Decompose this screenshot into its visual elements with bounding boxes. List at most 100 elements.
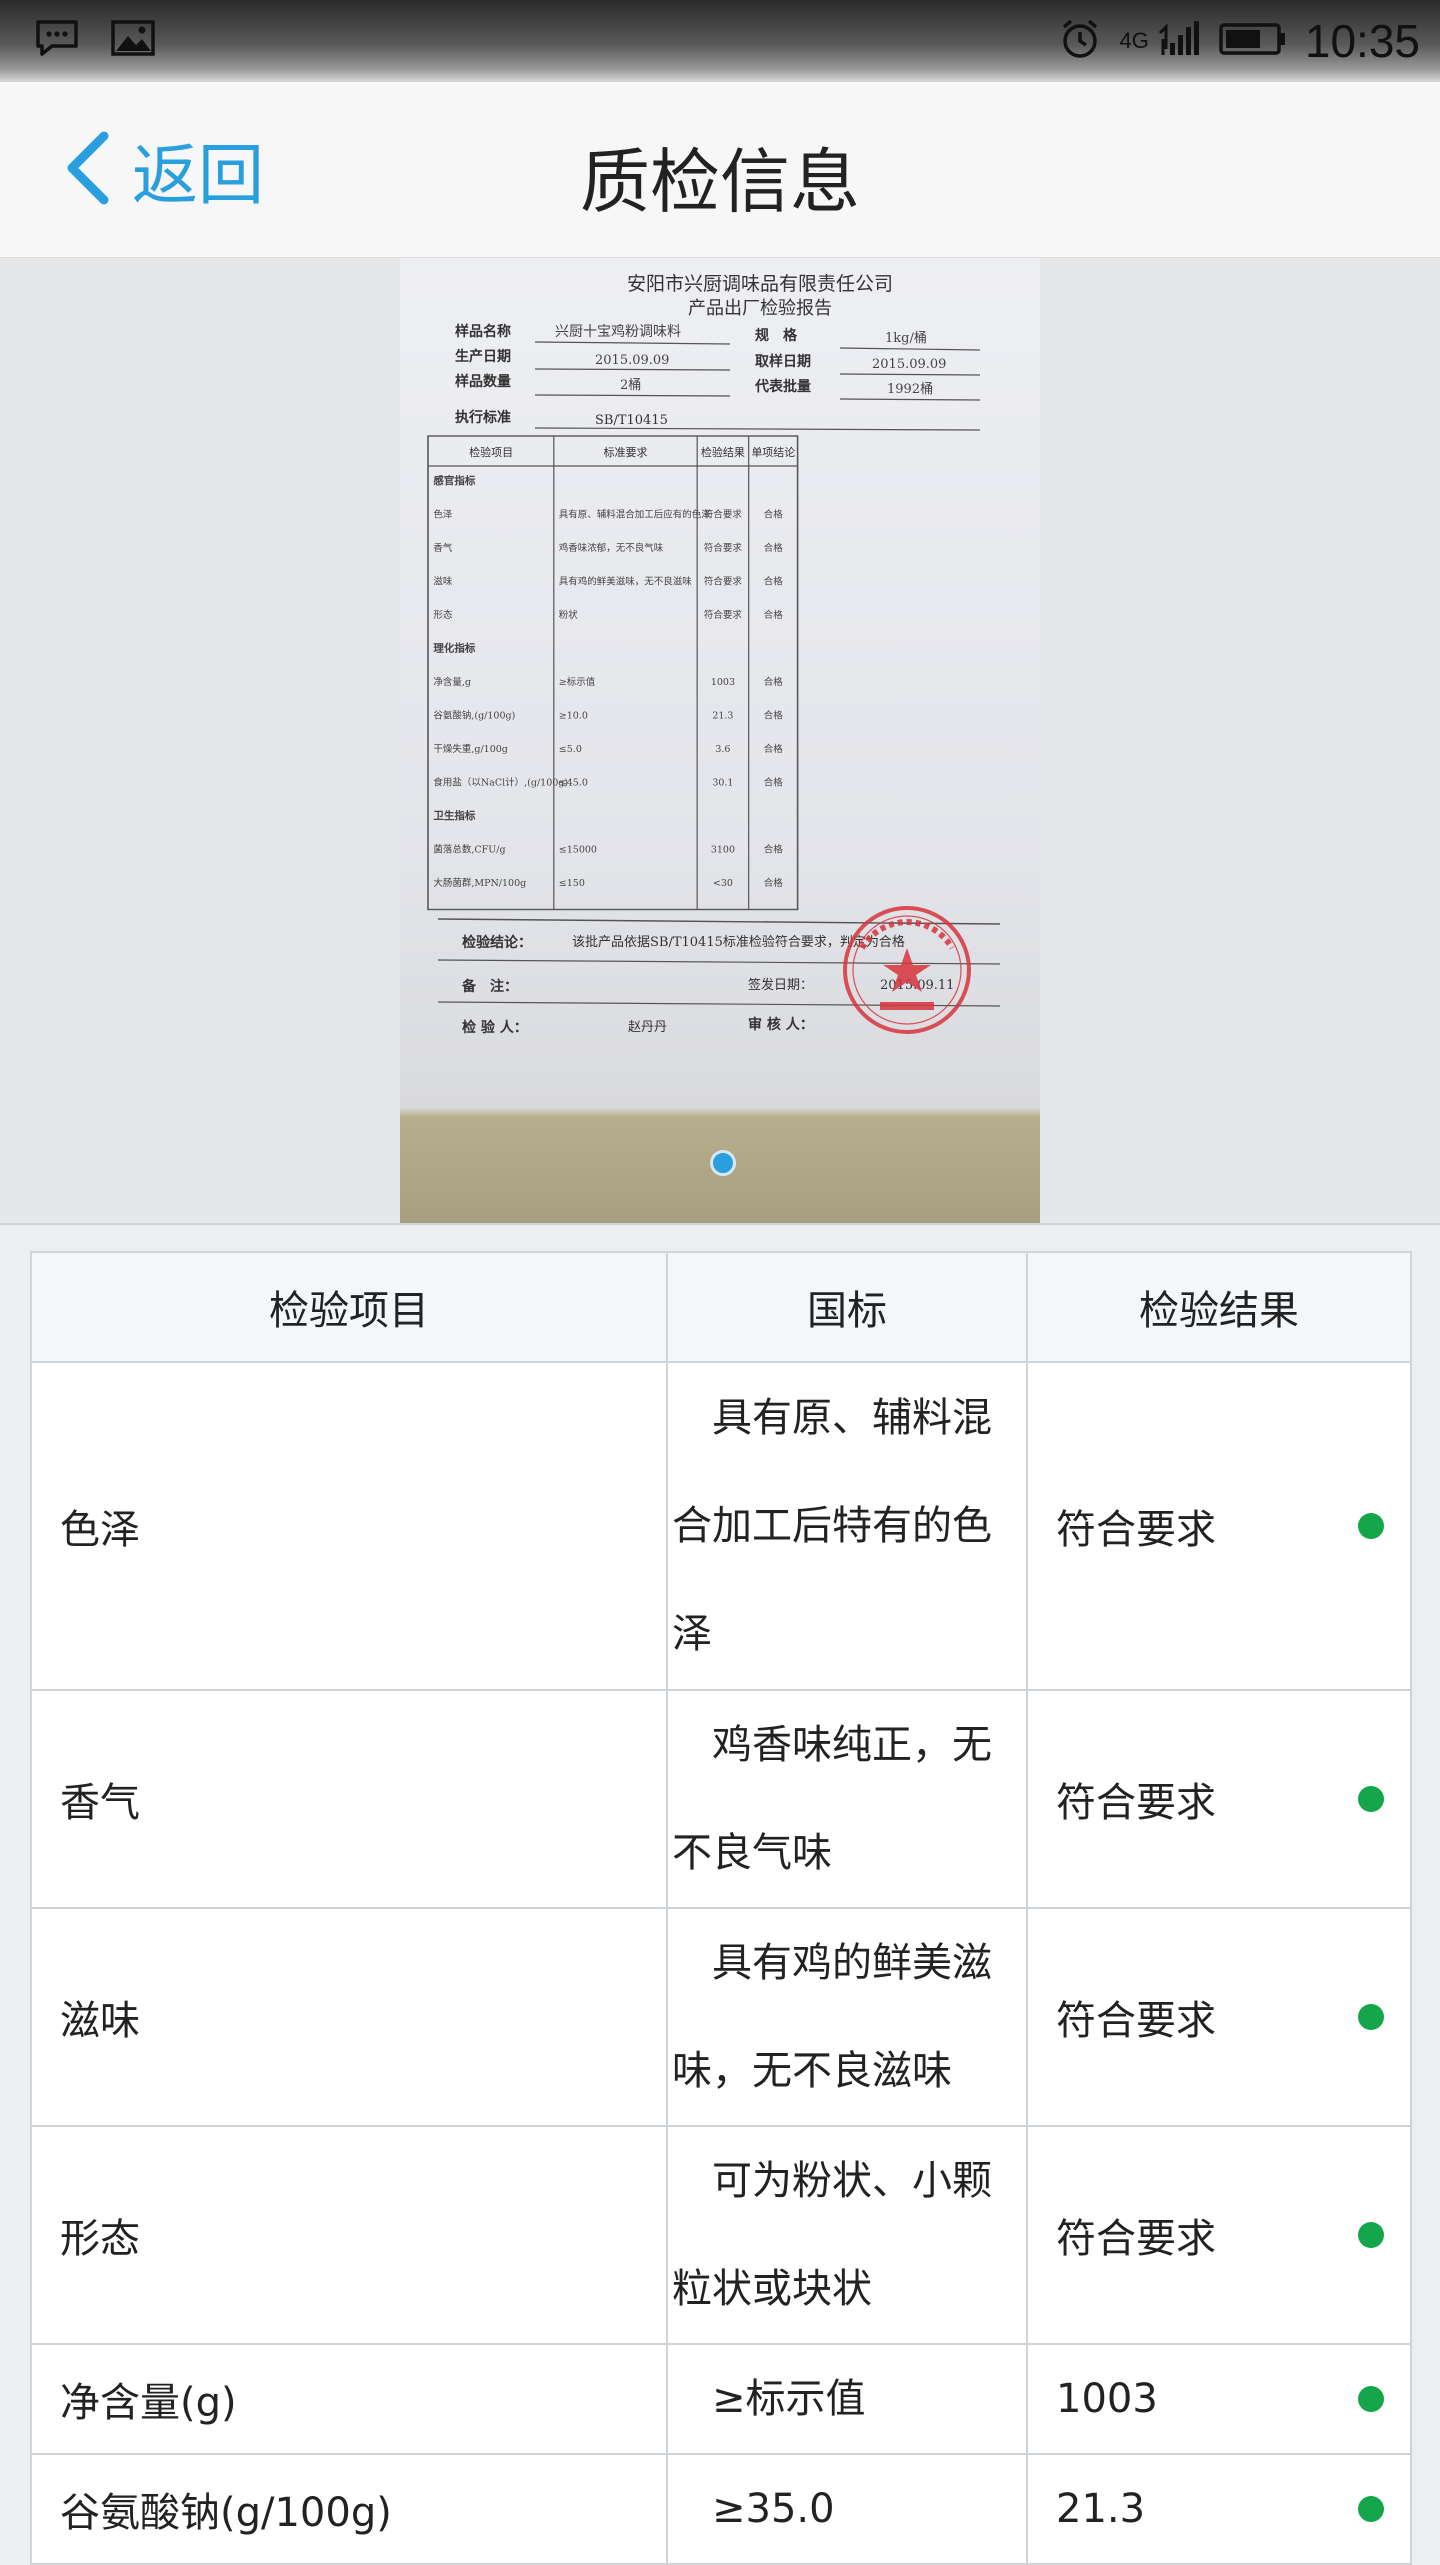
- report-label: 代表批量: [754, 378, 811, 395]
- column-header-result: 检验结果: [1026, 1251, 1412, 1363]
- report-value: 2桶: [620, 378, 641, 393]
- item-cell: 香气: [30, 1689, 668, 1909]
- report-table-cell: 1003: [711, 677, 735, 688]
- item-cell: 色泽: [30, 1361, 668, 1691]
- report-label: 取样日期: [755, 353, 811, 370]
- report-table-cell: 卫生指标: [433, 809, 475, 822]
- report-table-cell: ≤150: [559, 878, 585, 889]
- table-row: 滋味 具有鸡的鲜美滋味，无不良滋味 符合要求: [30, 1907, 1412, 2127]
- report-table-cell: ≤45.0: [559, 778, 588, 789]
- report-table-cell: 粉状: [559, 609, 579, 621]
- item-cell: 滋味: [30, 1907, 668, 2127]
- report-table-cell: 干燥失重,g/100g: [433, 743, 508, 755]
- report-table-cell: ≤5.0: [559, 744, 582, 755]
- report-title: 产品出厂检验报告: [688, 298, 832, 319]
- report-table-cell: 理化指标: [433, 642, 475, 655]
- nav-bar: 返回 质检信息: [0, 82, 1440, 259]
- report-value: SB/T10415: [595, 413, 668, 428]
- battery-icon: [1219, 19, 1287, 63]
- report-value: 兴厨十宝鸡粉调味料: [555, 323, 681, 340]
- report-table-cell: 鸡香味浓郁，无不良气味: [559, 542, 664, 554]
- table-row: 色泽 具有原、辅料混合加工后特有的色泽 符合要求: [30, 1361, 1412, 1691]
- report-label: 样品数量: [455, 373, 511, 390]
- report-table-cell: 符合要求: [704, 576, 743, 588]
- status-bar: 4G 10:35: [0, 0, 1440, 82]
- report-value: 2015.09.09: [872, 357, 946, 372]
- report-label: 备 注：: [461, 978, 518, 995]
- result-text: 符合要求: [1056, 1507, 1216, 1553]
- report-table-cell: 合格: [764, 509, 784, 521]
- result-text: 符合要求: [1056, 1780, 1216, 1826]
- report-table-cell: ≥标示值: [559, 676, 596, 688]
- result-text: 21.3: [1056, 2486, 1146, 2532]
- report-table-cell: 香气: [433, 542, 453, 554]
- report-table-cell: 具有原、辅料混合加工后应有的色泽: [559, 509, 712, 521]
- page-title: 质检信息: [580, 141, 860, 223]
- report-table-cell: ≤15000: [559, 845, 597, 856]
- report-table-header: 标准要求: [603, 445, 647, 459]
- network-type: 4G: [1119, 28, 1149, 53]
- report-table-cell: 3.6: [715, 744, 730, 755]
- report-table-cell: 3100: [711, 845, 735, 856]
- report-table-cell: 合格: [764, 844, 784, 856]
- carousel-indicator-dot[interactable]: [710, 1150, 736, 1176]
- report-label: 签发日期：: [748, 977, 813, 993]
- item-cell: 形态: [30, 2125, 668, 2345]
- message-icon: [34, 18, 80, 62]
- table-row: 谷氨酸钠(g/100g) ≥35.0 21.3: [30, 2453, 1412, 2565]
- result-cell: 21.3: [1026, 2453, 1412, 2565]
- report-photo[interactable]: 安阳市兴厨调味品有限责任公司 产品出厂检验报告 样品名称 兴厨十宝鸡粉调味料 规…: [400, 258, 1040, 1223]
- status-dot-icon: [1358, 1513, 1384, 1539]
- report-table-cell: 合格: [764, 542, 784, 554]
- report-table-header: 检验结果: [701, 445, 745, 459]
- signal-icon: [1157, 19, 1201, 63]
- result-cell: 1003: [1026, 2343, 1412, 2455]
- report-label: 样品名称: [455, 323, 511, 340]
- report-table-cell: 食用盐（以NaCl计）,(g/100g): [433, 777, 568, 789]
- report-company: 安阳市兴厨调味品有限责任公司: [627, 273, 893, 295]
- alarm-icon: [1058, 17, 1102, 65]
- standard-cell: ≥35.0: [666, 2453, 1028, 2565]
- report-table-cell: 大肠菌群,MPN/100g: [433, 877, 526, 889]
- report-table-cell: 符合要求: [704, 509, 743, 521]
- report-document: 安阳市兴厨调味品有限责任公司 产品出厂检验报告 样品名称 兴厨十宝鸡粉调味料 规…: [427, 273, 1001, 1036]
- status-dot-icon: [1358, 2004, 1384, 2030]
- report-table-cell: 菌落总数,CFU/g: [433, 844, 505, 856]
- report-value: 1kg/桶: [885, 331, 927, 346]
- standard-cell: 具有鸡的鲜美滋味，无不良滋味: [666, 1907, 1028, 2127]
- red-stamp-seal: [843, 906, 971, 1034]
- report-label: 审 核 人：: [748, 1016, 814, 1033]
- status-bar-right: 4G 10:35: [1058, 14, 1420, 68]
- status-time: 10:35: [1304, 15, 1420, 67]
- table-header-row: 检验项目 国标 检验结果: [30, 1251, 1412, 1363]
- column-header-standard: 国标: [666, 1251, 1028, 1363]
- report-table-cell: 30.1: [712, 778, 733, 789]
- report-table: 检验项目 标准要求 检验结果 单项结论感官指标色泽 具有原、辅料混合加工后应有的色泽符合…: [427, 435, 799, 911]
- column-header-item: 检验项目: [30, 1251, 668, 1363]
- result-text: 符合要求: [1056, 2216, 1216, 2262]
- standard-cell: 具有原、辅料混合加工后特有的色泽: [666, 1361, 1028, 1691]
- report-table-header: 检验项目: [469, 445, 513, 459]
- report-label: 检验结论：: [462, 934, 532, 951]
- report-table-cell: 合格: [764, 777, 784, 789]
- report-table-cell: <30: [713, 878, 733, 889]
- report-table-cell: 合格: [764, 877, 784, 889]
- status-dot-icon: [1358, 1786, 1384, 1812]
- table-row: 净含量(g) ≥标示值 1003: [30, 2343, 1412, 2455]
- image-icon: [110, 18, 156, 62]
- report-table-cell: 形态: [433, 609, 453, 621]
- report-value: 1992桶: [887, 382, 933, 397]
- report-label: 检 验 人：: [462, 1019, 528, 1036]
- report-inspector: 赵丹丹: [628, 1020, 667, 1035]
- standard-cell: 鸡香味纯正，无不良气味: [666, 1689, 1028, 1909]
- report-label: 执行标准: [455, 409, 511, 426]
- report-image-carousel[interactable]: 安阳市兴厨调味品有限责任公司 产品出厂检验报告 样品名称 兴厨十宝鸡粉调味料 规…: [0, 258, 1440, 1225]
- report-table-cell: 滋味: [433, 576, 453, 588]
- report-table-cell: 合格: [764, 743, 784, 755]
- report-table-cell: 合格: [764, 676, 784, 688]
- report-table-cell: 合格: [764, 576, 784, 588]
- status-bar-left: [34, 18, 156, 62]
- status-dot-icon: [1358, 2222, 1384, 2248]
- item-cell: 谷氨酸钠(g/100g): [30, 2453, 668, 2565]
- report-table-cell: ≥10.0: [559, 711, 588, 722]
